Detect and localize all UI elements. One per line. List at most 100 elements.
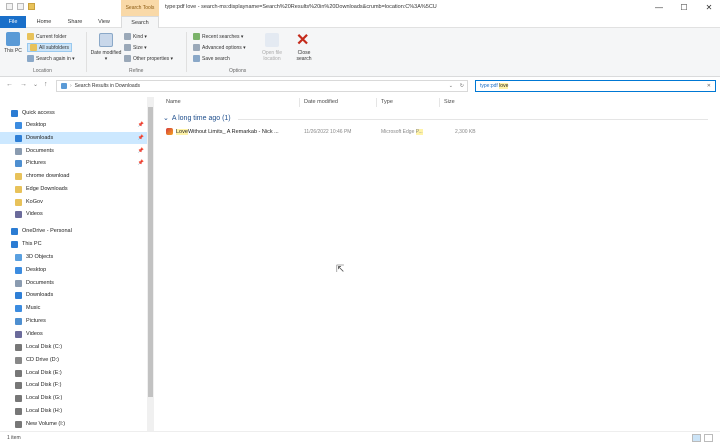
breadcrumb[interactable]: Search Results in Downloads (75, 83, 140, 89)
star-icon (11, 109, 18, 117)
sidebar-item-label: 3D Objects (26, 254, 54, 260)
properties-icon[interactable] (6, 3, 13, 10)
advanced-options-button[interactable]: Advanced options ▾ (193, 44, 246, 51)
pin-icon[interactable]: 📌 (138, 122, 144, 128)
sidebar-item[interactable]: Music (0, 302, 152, 314)
column-header-name[interactable]: Name (166, 99, 181, 105)
sidebar-item[interactable]: Videos (0, 208, 152, 220)
window-title: type:pdf love - search-ms:displayname=Se… (165, 4, 437, 10)
sidebar-item-label: Videos (26, 331, 43, 337)
search-input[interactable]: type:pdf love ✕ (475, 80, 716, 92)
current-folder-button[interactable]: Current folder (27, 33, 67, 40)
file-list: Name Date modified Type Size ⌄ A long ti… (156, 97, 720, 431)
folder-icon (28, 3, 35, 10)
open-file-location-icon (265, 33, 279, 47)
other-properties-button[interactable]: Other properties ▾ (124, 55, 173, 62)
pin-icon[interactable]: 📌 (138, 135, 144, 141)
sidebar-item[interactable]: Pictures (0, 315, 152, 327)
tab-share[interactable]: Share (62, 16, 88, 28)
kind-button[interactable]: Kind ▾ (124, 33, 147, 40)
scrollbar-thumb[interactable] (148, 107, 153, 397)
sidebar-item[interactable]: Desktop 📌 (0, 119, 152, 131)
sidebar-item[interactable]: Quick access (0, 107, 152, 119)
sidebar-item[interactable]: Edge Downloads (0, 183, 152, 195)
download-icon (15, 134, 22, 142)
column-separator[interactable] (299, 98, 300, 107)
sidebar-item[interactable]: Local Disk (G:) (0, 392, 152, 404)
group-divider (238, 119, 708, 120)
cloud-icon (11, 227, 18, 235)
minimize-button[interactable]: — (654, 3, 664, 12)
drive-icon (15, 343, 22, 351)
details-view-button[interactable] (692, 434, 701, 442)
sidebar-item[interactable]: Desktop (0, 264, 152, 276)
sidebar-item-label: Local Disk (F:) (26, 382, 62, 388)
sidebar-item[interactable]: Local Disk (F:) (0, 379, 152, 391)
column-header-size[interactable]: Size (444, 99, 455, 105)
close-button[interactable]: ✕ (704, 3, 714, 12)
sidebar-item[interactable]: Documents (0, 277, 152, 289)
download-icon (15, 291, 22, 299)
column-header-date-modified[interactable]: Date modified (304, 99, 338, 105)
search-again-button[interactable]: Search again in ▾ (27, 55, 75, 62)
sidebar-item[interactable]: Local Disk (H:) (0, 405, 152, 417)
large-icons-view-button[interactable] (704, 434, 713, 442)
sidebar-item[interactable]: Pictures 📌 (0, 157, 152, 169)
sidebar-item-label: KoGov (26, 199, 43, 205)
tab-search[interactable]: Search (121, 16, 159, 28)
sidebar-item[interactable]: Videos (0, 328, 152, 340)
sidebar-item[interactable]: Documents 📌 (0, 145, 152, 157)
close-search-button[interactable]: Close search (290, 50, 318, 62)
up-button[interactable]: ↑ (44, 81, 48, 88)
pin-icon[interactable]: 📌 (138, 160, 144, 166)
tab-view[interactable]: View (92, 16, 116, 28)
ribbon: This PC Current folder All subfolders Se… (0, 28, 720, 77)
new-folder-icon[interactable] (17, 3, 24, 10)
refine-group-label: Refine (129, 68, 144, 74)
all-subfolders-button[interactable]: All subfolders (27, 43, 73, 52)
forward-button[interactable]: → (20, 81, 27, 88)
maximize-button[interactable]: ☐ (679, 3, 689, 12)
3d-objects-icon (15, 253, 22, 261)
sidebar-item[interactable]: 3D Objects (0, 251, 152, 263)
sidebar-item[interactable]: OneDrive - Personal (0, 225, 152, 237)
kind-icon (124, 33, 131, 40)
search-clear-button[interactable]: ✕ (707, 83, 711, 89)
sidebar-item[interactable]: New Volume (I:) (0, 418, 152, 430)
recent-searches-button[interactable]: Recent searches ▾ (193, 33, 243, 40)
tab-file[interactable]: File (0, 16, 26, 28)
sidebar-item-label: This PC (22, 241, 42, 247)
status-bar: 1 item (0, 431, 720, 444)
address-dropdown-button[interactable]: ⌄ (449, 83, 453, 89)
size-button[interactable]: Size ▾ (124, 44, 147, 51)
navigation-scrollbar[interactable] (147, 97, 154, 431)
column-header-separator[interactable] (439, 98, 440, 107)
open-file-location-button[interactable]: Open file location (258, 50, 286, 62)
refresh-button[interactable]: ↻ (460, 83, 464, 89)
navigation-pane: Quick access Desktop 📌 Downloads 📌 Documents 📌… (0, 97, 152, 431)
sidebar-item[interactable]: This PC (0, 238, 152, 250)
save-search-button[interactable]: Save search (193, 55, 230, 62)
sidebar-item[interactable]: CD Drive (D:) (0, 354, 152, 366)
column-separator[interactable] (376, 98, 377, 107)
back-button[interactable]: ← (6, 81, 13, 88)
sidebar-item-label: Downloads (26, 292, 54, 298)
sidebar-item-label: Local Disk (G:) (26, 395, 63, 401)
sidebar-item[interactable]: Local Disk (E:) (0, 367, 152, 379)
tab-home[interactable]: Home (30, 16, 58, 28)
this-pc-button[interactable]: This PC (2, 48, 24, 54)
group-label: A long time ago (1) (171, 114, 231, 122)
cd-drive-icon (15, 356, 22, 364)
group-header[interactable]: ⌄ A long time ago (1) (163, 114, 231, 123)
sidebar-item[interactable]: Local Disk (C:) (0, 341, 152, 353)
sidebar-item[interactable]: chrome download (0, 170, 152, 182)
pin-icon[interactable]: 📌 (138, 148, 144, 154)
sidebar-item[interactable]: Downloads 📌 (0, 132, 152, 144)
sidebar-item[interactable]: KoGov (0, 196, 152, 208)
sidebar-item[interactable]: Downloads (0, 289, 152, 301)
column-header-type[interactable]: Type (381, 99, 393, 105)
address-bar[interactable]: › Search Results in Downloads ⌄ ↻ (56, 80, 468, 92)
date-modified-button[interactable]: Date modified ▾ (89, 50, 123, 62)
recent-locations-button[interactable]: ⌄ (33, 81, 38, 88)
drive-icon (15, 394, 22, 402)
